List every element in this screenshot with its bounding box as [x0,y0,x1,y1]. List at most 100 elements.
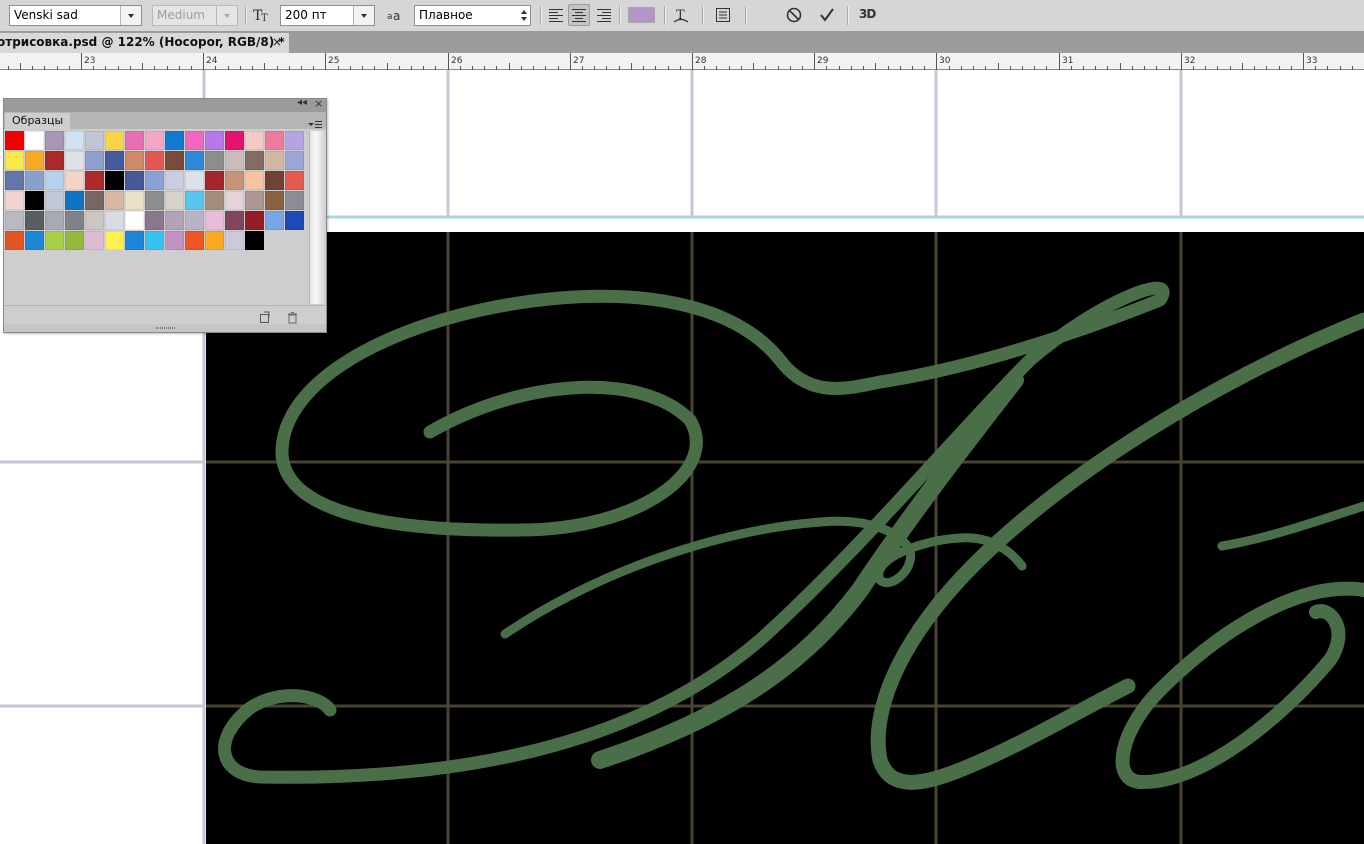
swatch[interactable] [45,131,64,150]
align-center-button[interactable] [568,4,590,26]
swatch[interactable] [165,171,184,190]
swatch[interactable] [225,171,244,190]
swatch[interactable] [205,231,224,250]
swatch[interactable] [65,151,84,170]
document-tab[interactable]: отрисовка.psd @ 122% (Нocopor, RGB/8) * … [0,33,289,53]
swatch[interactable] [145,171,164,190]
swatch[interactable] [245,171,264,190]
swatch[interactable] [65,211,84,230]
swatch[interactable] [25,191,44,210]
swatch[interactable] [165,191,184,210]
swatch[interactable] [5,151,24,170]
chevron-down-icon[interactable] [120,6,141,25]
swatch[interactable] [65,131,84,150]
swatch[interactable] [205,131,224,150]
swatch[interactable] [185,191,204,210]
swatch[interactable] [105,131,124,150]
close-icon[interactable]: × [272,33,282,52]
text-color-swatch[interactable] [628,7,655,23]
align-right-button[interactable] [593,4,615,26]
swatch[interactable] [25,131,44,150]
swatch[interactable] [145,191,164,210]
swatch[interactable] [45,211,64,230]
chevron-down-icon[interactable] [353,6,374,25]
swatch[interactable] [225,151,244,170]
swatch[interactable] [225,211,244,230]
swatch[interactable] [185,211,204,230]
swatch[interactable] [25,171,44,190]
swatch[interactable] [205,191,224,210]
swatch[interactable] [85,211,104,230]
swatch[interactable] [205,171,224,190]
swatch[interactable] [105,231,124,250]
panel-resize-grip[interactable] [4,324,326,332]
swatch[interactable] [285,151,304,170]
swatch[interactable] [165,131,184,150]
swatch[interactable] [265,191,284,210]
swatch[interactable] [85,231,104,250]
swatch[interactable] [185,171,204,190]
swatch[interactable] [65,231,84,250]
swatch[interactable] [285,211,304,230]
swatch[interactable] [45,171,64,190]
swatch[interactable] [65,171,84,190]
swatch[interactable] [125,211,144,230]
swatch[interactable] [245,131,264,150]
swatch[interactable] [65,191,84,210]
swatch[interactable] [185,131,204,150]
horizontal-ruler[interactable]: 23 24 25 26 27 28 29 30 31 32 33 [0,53,1364,70]
swatch[interactable] [145,151,164,170]
tab-swatches[interactable]: Образцы [5,113,70,129]
chevron-down-icon[interactable] [216,6,237,25]
swatch[interactable] [265,171,284,190]
warp-text-button[interactable]: T [670,4,692,26]
swatch[interactable] [45,231,64,250]
3d-button[interactable]: 3D [859,7,876,21]
swatch[interactable] [125,231,144,250]
swatch[interactable] [285,191,304,210]
swatch[interactable] [5,191,24,210]
swatch[interactable] [205,151,224,170]
cancel-button[interactable] [783,4,805,26]
swatch[interactable] [85,131,104,150]
swatch[interactable] [105,211,124,230]
swatch[interactable] [165,151,184,170]
panel-menu-icon[interactable] [308,115,322,128]
swatch[interactable] [225,231,244,250]
swatch[interactable] [205,211,224,230]
align-left-button[interactable] [545,4,567,26]
swatch[interactable] [125,171,144,190]
swatch[interactable] [145,231,164,250]
panel-titlebar[interactable]: ◂◂ × [4,97,326,112]
swatch[interactable] [225,191,244,210]
swatch[interactable] [85,171,104,190]
swatch[interactable] [185,231,204,250]
panel-scrollbar[interactable] [309,131,325,304]
swatch[interactable] [25,151,44,170]
swatch[interactable] [105,171,124,190]
swatch[interactable] [165,231,184,250]
swatch[interactable] [265,131,284,150]
swatch[interactable] [225,131,244,150]
collapse-icon[interactable]: ◂◂ [297,97,307,108]
swatch[interactable] [45,191,64,210]
swatch[interactable] [265,151,284,170]
swatch[interactable] [105,151,124,170]
swatch[interactable] [285,171,304,190]
swatch[interactable] [5,211,24,230]
swatch[interactable] [25,231,44,250]
swatch[interactable] [85,151,104,170]
new-swatch-button[interactable] [258,309,272,323]
font-style-select[interactable]: Medium [152,5,238,26]
swatch[interactable] [245,231,264,250]
swatch[interactable] [125,131,144,150]
swatch[interactable] [245,151,264,170]
swatch[interactable] [5,231,24,250]
swatch[interactable] [285,131,304,150]
swatch[interactable] [185,151,204,170]
select-arrows-icon[interactable] [518,6,530,25]
swatch[interactable] [265,211,284,230]
swatch[interactable] [125,191,144,210]
character-panel-button[interactable] [712,4,734,26]
commit-button[interactable] [816,4,838,26]
